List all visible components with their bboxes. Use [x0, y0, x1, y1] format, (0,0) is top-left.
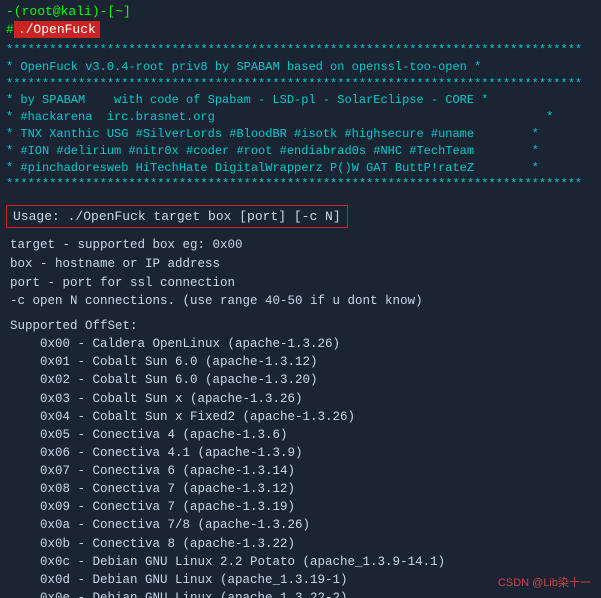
stars-line-1: ****************************************… — [6, 42, 595, 59]
offset-10: 0x0a - Conectiva 7/8 (apache-1.3.26) — [10, 516, 595, 534]
offset-5: 0x05 - Conectiva 4 (apache-1.3.6) — [10, 426, 595, 444]
stars-line-2: ****************************************… — [6, 76, 595, 93]
offset-6: 0x06 - Conectiva 4.1 (apache-1.3.9) — [10, 444, 595, 462]
command-line: # ./OpenFuck — [6, 21, 595, 38]
offset-12: 0x0c - Debian GNU Linux 2.2 Potato (apac… — [10, 553, 595, 571]
offset-4: 0x04 - Cobalt Sun x Fixed2 (apache-1.3.2… — [10, 408, 595, 426]
usage-text: Usage: ./OpenFuck target box [port] [-c … — [13, 209, 341, 224]
param-line-2: port - port for ssl connection — [10, 274, 595, 293]
info-line-1: * by SPABAM with code of Spabam - LSD-pl… — [6, 92, 595, 109]
offset-8: 0x08 - Conectiva 7 (apache-1.3.12) — [10, 480, 595, 498]
info-line-5: * #pinchadoresweb HiTechHate DigitalWrap… — [6, 160, 595, 177]
offset-header: Supported OffSet: — [10, 319, 595, 333]
watermark: CSDN @Lib染十一 — [498, 574, 591, 590]
offset-3: 0x03 - Cobalt Sun x (apache-1.3.26) — [10, 390, 595, 408]
param-section: target - supported box eg: 0x00 box - ho… — [6, 236, 595, 311]
offset-0: 0x00 - Caldera OpenLinux (apache-1.3.26) — [10, 335, 595, 353]
info-line-4: * #ION #delirium #nitr0x #coder #root #e… — [6, 143, 595, 160]
usage-box: Usage: ./OpenFuck target box [port] [-c … — [6, 205, 348, 228]
info-line-3: * TNX Xanthic USG #SilverLords #BloodBR … — [6, 126, 595, 143]
info-line-2: * #hackarena irc.brasnet.org * — [6, 109, 595, 126]
stars-line-3: ****************************************… — [6, 176, 595, 193]
watermark-text: CSDN @Lib染十一 — [498, 577, 591, 589]
param-line-3: -c open N connections. (use range 40-50 … — [10, 292, 595, 311]
offset-1: 0x01 - Cobalt Sun 6.0 (apache-1.3.12) — [10, 353, 595, 371]
param-line-0: target - supported box eg: 0x00 — [10, 236, 595, 255]
offset-9: 0x09 - Conectiva 7 (apache-1.3.19) — [10, 498, 595, 516]
terminal: -(root@kali)-[~] # ./OpenFuck **********… — [0, 0, 601, 598]
info-line-openfuck: * OpenFuck v3.0.4-root priv8 by SPABAM b… — [6, 59, 595, 76]
param-line-1: box - hostname or IP address — [10, 255, 595, 274]
title-bar: -(root@kali)-[~] — [6, 4, 595, 19]
usage-container: Usage: ./OpenFuck target box [port] [-c … — [6, 199, 595, 232]
offset-14: 0x0e - Debian GNU Linux (apache_1.3.22-2… — [10, 589, 595, 598]
offset-7: 0x07 - Conectiva 6 (apache-1.3.14) — [10, 462, 595, 480]
prompt: # — [6, 22, 14, 37]
title-text: -(root@kali)-[~] — [6, 4, 131, 19]
command-text: ./OpenFuck — [14, 21, 100, 38]
offset-2: 0x02 - Cobalt Sun 6.0 (apache-1.3.20) — [10, 371, 595, 389]
offset-section: Supported OffSet: 0x00 - Caldera OpenLin… — [6, 319, 595, 598]
offset-11: 0x0b - Conectiva 8 (apache-1.3.22) — [10, 535, 595, 553]
